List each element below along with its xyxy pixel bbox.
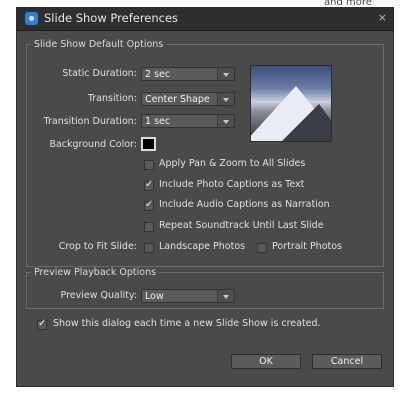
preview-quality-value: Low	[145, 291, 164, 302]
chevron-down-icon	[217, 93, 234, 105]
preview-quality-select[interactable]: Low	[141, 289, 235, 303]
transition-duration-value: 1 sec	[145, 116, 171, 127]
preview-quality-label: Preview Quality:	[60, 290, 137, 301]
chevron-down-icon	[217, 290, 234, 302]
photo-captions-label: Include Photo Captions as Text	[159, 179, 305, 190]
photo-captions-checkbox[interactable]	[144, 179, 154, 191]
landscape-photos-checkbox[interactable]	[144, 243, 154, 253]
static-duration-label: Static Duration:	[62, 68, 137, 79]
preview-options-legend: Preview Playback Options	[34, 267, 157, 278]
app-icon	[25, 12, 38, 25]
cancel-button[interactable]: Cancel	[312, 354, 382, 369]
repeat-soundtrack-label: Repeat Soundtrack Until Last Slide	[159, 220, 324, 231]
static-duration-select[interactable]: 2 sec	[141, 67, 235, 81]
background-color-swatch[interactable]	[141, 137, 156, 151]
mountain-shadow	[279, 104, 331, 141]
landscape-photos-label: Landscape Photos	[159, 241, 246, 252]
crop-to-fit-label: Crop to Fit Slide:	[58, 241, 137, 252]
audio-captions-checkbox[interactable]	[144, 199, 154, 211]
audio-captions-label: Include Audio Captions as Narration	[159, 199, 330, 210]
portrait-photos-label: Portrait Photos	[272, 241, 342, 252]
dialog-title: Slide Show Preferences	[44, 11, 179, 25]
transition-duration-select[interactable]: 1 sec	[141, 114, 235, 128]
show-dialog-label: Show this dialog each time a new Slide S…	[53, 318, 321, 329]
default-options-legend: Slide Show Default Options	[34, 39, 164, 50]
portrait-photos-checkbox[interactable]	[257, 243, 267, 253]
repeat-soundtrack-checkbox[interactable]	[144, 222, 154, 232]
background-color-label: Background Color:	[49, 139, 137, 150]
transition-label: Transition:	[87, 93, 137, 104]
preview-thumbnail	[250, 65, 332, 142]
transition-select[interactable]: Center Shape	[141, 92, 235, 106]
pan-zoom-label: Apply Pan & Zoom to All Slides	[159, 158, 306, 169]
title-bar[interactable]: Slide Show Preferences ×	[17, 8, 393, 31]
ok-button[interactable]: OK	[231, 354, 301, 369]
chevron-down-icon	[217, 115, 234, 127]
transition-duration-label: Transition Duration:	[43, 116, 137, 127]
chevron-down-icon	[217, 68, 234, 80]
close-icon[interactable]: ×	[378, 11, 387, 24]
show-dialog-checkbox[interactable]	[37, 318, 47, 330]
slide-show-preferences-dialog: Slide Show Preferences × Slide Show Defa…	[16, 7, 394, 387]
transition-value: Center Shape	[145, 94, 210, 105]
pan-zoom-checkbox[interactable]	[144, 160, 154, 170]
static-duration-value: 2 sec	[145, 69, 171, 80]
